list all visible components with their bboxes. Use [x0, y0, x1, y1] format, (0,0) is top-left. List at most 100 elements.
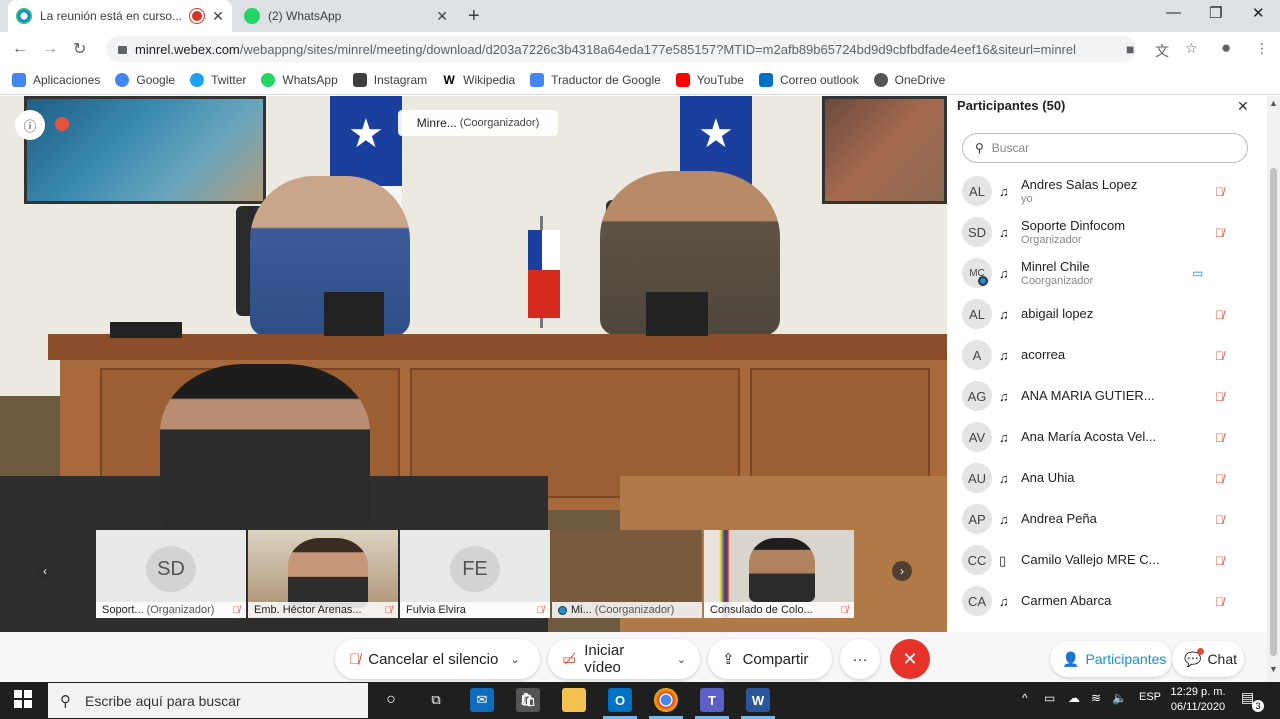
- thumbnail-participant[interactable]: Consulado de Colo... 🎙̸: [704, 530, 854, 618]
- participant-row[interactable]: CA ♫ Carmen Abarca 🎙̸: [947, 581, 1257, 622]
- muted-mic-icon: 🎙̸: [536, 604, 545, 616]
- profile-icon[interactable]: ●: [1221, 38, 1231, 58]
- show-hidden-icons-icon[interactable]: ^: [1022, 691, 1028, 705]
- bookmark-star-icon[interactable]: ☆: [1185, 40, 1198, 57]
- muted-mic-icon[interactable]: 🎙̸: [1215, 513, 1224, 527]
- store-icon[interactable]: 🛍: [516, 688, 540, 712]
- tab-whatsapp[interactable]: (2) WhatsApp ✕: [236, 0, 456, 32]
- bookmark-youtube[interactable]: YouTube: [675, 73, 744, 87]
- participant-avatar: CA: [962, 586, 992, 616]
- taskbar-clock[interactable]: 12:29 p. m. 06/11/2020: [1165, 685, 1231, 715]
- mail-icon[interactable]: ✉: [470, 688, 494, 712]
- participant-row[interactable]: AG ♫ ANA MARIA GUTIER... 🎙̸: [947, 376, 1257, 417]
- thumbnail-participant[interactable]: Mi... (Coorganizador): [552, 530, 702, 618]
- forward-icon[interactable]: →: [42, 40, 58, 58]
- bookmark-whatsapp[interactable]: WhatsApp: [261, 73, 338, 87]
- menu-dots-icon[interactable]: ⋮: [1255, 40, 1269, 57]
- main-video-stage[interactable]: ★ ★ ⓘ Minre... (Coorganizador) SD Soport…: [0, 96, 947, 632]
- close-tab-icon[interactable]: ✕: [436, 8, 448, 25]
- file-explorer-icon[interactable]: [562, 688, 586, 712]
- muted-mic-icon[interactable]: 🎙̸: [1215, 390, 1224, 404]
- participant-row[interactable]: MC ♫ Minrel Chile Coorganizador ▭: [947, 253, 1257, 294]
- participants-button[interactable]: 👤 Participantes: [1050, 641, 1172, 677]
- thumbnails-prev-icon[interactable]: ‹: [35, 561, 55, 581]
- unmute-button[interactable]: 🎙̸ Cancelar el silencio ⌄: [335, 639, 540, 679]
- bookmark-instagram[interactable]: Instagram: [352, 73, 427, 87]
- participant-row[interactable]: A ♫ acorrea 🎙̸: [947, 335, 1257, 376]
- onedrive-tray-icon[interactable]: ☁: [1068, 691, 1080, 705]
- search-placeholder: Buscar: [991, 141, 1030, 155]
- participant-name: acorrea: [1021, 347, 1066, 362]
- chevron-down-icon[interactable]: ⌄: [677, 653, 686, 666]
- participant-row[interactable]: SD ♫ Soporte Dinfocom Organizador 🎙̸: [947, 212, 1257, 253]
- new-tab-icon[interactable]: +: [468, 5, 480, 28]
- muted-mic-icon[interactable]: 🎙̸: [1215, 349, 1224, 363]
- participant-row[interactable]: CC ▯ Camilo Vallejo MRE C... 🎙̸: [947, 540, 1257, 581]
- participant-row[interactable]: AL ♫ Andres Salas Lopez yo 🎙̸: [947, 171, 1257, 212]
- maximize-icon[interactable]: ❐: [1209, 4, 1222, 22]
- chrome-app-icon[interactable]: [654, 688, 678, 712]
- close-panel-icon[interactable]: ✕: [1237, 98, 1249, 115]
- translate-page-icon[interactable]: 文: [1155, 41, 1169, 61]
- thumbnail-participant[interactable]: Emb. Héctor Arenas... 🎙̸: [248, 530, 398, 618]
- participant-row[interactable]: AL ♫ abigail lopez 🎙̸: [947, 294, 1257, 335]
- wifi-icon[interactable]: ≋: [1091, 691, 1101, 705]
- thumbnails-next-icon[interactable]: ›: [892, 561, 912, 581]
- scroll-thumb[interactable]: [1270, 168, 1277, 656]
- reload-icon[interactable]: ↻: [73, 39, 86, 59]
- participant-row[interactable]: AP ♫ Andrea Peña 🎙̸: [947, 499, 1257, 540]
- muted-mic-icon[interactable]: 🎙̸: [1215, 431, 1224, 445]
- page-scrollbar[interactable]: ▲ ▼: [1267, 96, 1280, 682]
- muted-mic-icon[interactable]: 🎙̸: [1215, 308, 1224, 322]
- more-options-button[interactable]: ···: [840, 639, 880, 679]
- bookmark-translate[interactable]: Traductor de Google: [530, 73, 661, 87]
- word-app-icon[interactable]: W: [746, 688, 770, 712]
- bookmark-outlook[interactable]: Correo outlook: [758, 73, 859, 87]
- scroll-down-icon[interactable]: ▼: [1269, 664, 1278, 674]
- participant-avatar: AG: [962, 381, 992, 411]
- muted-mic-icon[interactable]: 🎙̸: [1215, 226, 1224, 240]
- language-indicator[interactable]: ESP: [1139, 691, 1161, 703]
- leave-meeting-button[interactable]: ✕: [890, 639, 930, 679]
- muted-mic-icon[interactable]: 🎙̸: [1215, 472, 1224, 486]
- headset-icon: ♫: [999, 512, 1009, 527]
- taskbar-search-input[interactable]: ⚲ Escribe aquí para buscar: [48, 683, 368, 718]
- participants-search-input[interactable]: ⚲ Buscar: [962, 133, 1248, 163]
- outlook-app-icon[interactable]: O: [608, 688, 632, 712]
- windows-start-icon[interactable]: [14, 690, 32, 708]
- muted-mic-icon[interactable]: 🎙̸: [1215, 554, 1224, 568]
- bookmark-wikipedia[interactable]: W Wikipedia: [442, 73, 515, 87]
- chevron-down-icon[interactable]: ⌄: [510, 653, 519, 666]
- teams-app-icon[interactable]: T: [700, 688, 724, 712]
- participant-avatar: CC: [962, 545, 992, 575]
- tab-webex-meeting[interactable]: La reunión está en curso... ✕: [8, 0, 232, 32]
- camera-blocked-icon[interactable]: ■: [1126, 41, 1134, 57]
- muted-mic-icon[interactable]: 🎙̸: [1215, 185, 1224, 199]
- bookmark-twitter[interactable]: Twitter: [190, 73, 246, 87]
- meeting-info-icon[interactable]: ⓘ: [15, 110, 45, 140]
- close-tab-icon[interactable]: ✕: [212, 8, 224, 25]
- muted-mic-icon[interactable]: 🎙̸: [1215, 595, 1224, 609]
- tab-title: La reunión está en curso...: [40, 9, 183, 23]
- bookmark-google[interactable]: Google: [115, 73, 175, 87]
- thumbnail-participant[interactable]: FE Fulvia Elvira 🎙̸: [400, 530, 550, 618]
- start-video-button[interactable]: ▭̸ Iniciar vídeo ⌄: [548, 639, 700, 679]
- participant-row[interactable]: AV ♫ Ana María Acosta Vel... 🎙̸: [947, 417, 1257, 458]
- bookmark-onedrive[interactable]: OneDrive: [873, 73, 945, 87]
- close-window-icon[interactable]: ✕: [1252, 4, 1265, 22]
- cortana-icon[interactable]: ○: [379, 688, 403, 712]
- minimize-icon[interactable]: —: [1166, 4, 1181, 21]
- volume-icon[interactable]: 🔈: [1112, 691, 1127, 705]
- chat-button[interactable]: 💬 Chat: [1172, 641, 1244, 677]
- back-icon[interactable]: ←: [12, 40, 28, 58]
- share-button[interactable]: ⇪ Compartir: [708, 639, 832, 679]
- thumbnail-participant[interactable]: SD Soport... (Organizador) 🎙̸: [96, 530, 246, 618]
- participant-row[interactable]: AU ♫ Ana Uhia 🎙̸: [947, 458, 1257, 499]
- scroll-up-icon[interactable]: ▲: [1269, 98, 1278, 108]
- url-bar[interactable]: minrel.webex.com/webappng/sites/minrel/m…: [106, 36, 1136, 62]
- bookmark-apps[interactable]: Aplicaciones: [12, 73, 100, 87]
- participant-role: Coorganizador: [1021, 275, 1094, 287]
- battery-icon[interactable]: ▭: [1044, 691, 1055, 705]
- status-dot-icon: [558, 605, 567, 615]
- task-view-icon[interactable]: ⧉: [424, 688, 448, 712]
